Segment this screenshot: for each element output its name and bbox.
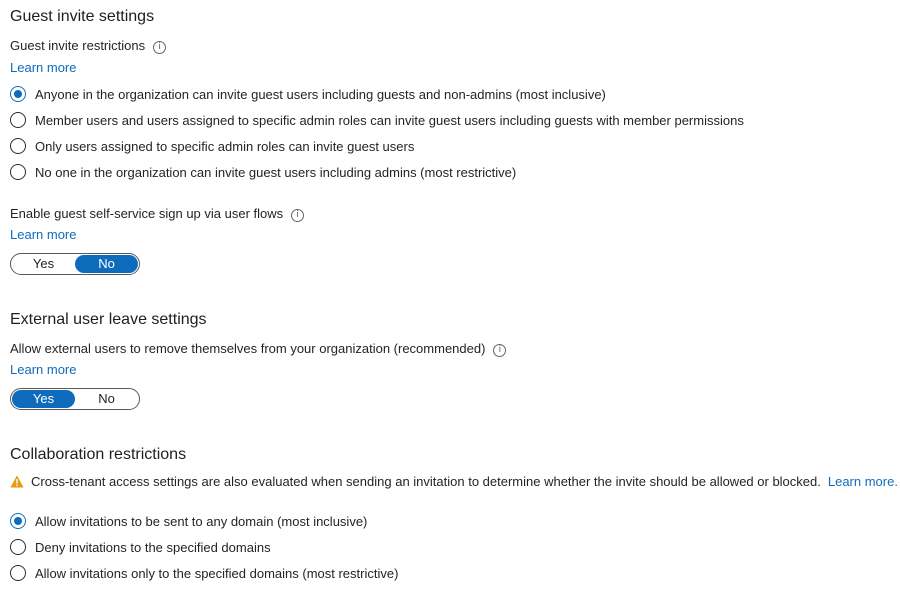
collab-option-any-domain[interactable]: Allow invitations to be sent to any doma… <box>10 513 367 529</box>
warning-learn-more-link[interactable]: Learn more. <box>828 474 898 489</box>
guest-invite-option-admin-roles-only[interactable]: Only users assigned to specific admin ro… <box>10 138 414 154</box>
allow-external-leave-label: Allow external users to remove themselve… <box>10 341 507 357</box>
radio-button[interactable] <box>10 112 26 128</box>
collab-option-allow-specified-only[interactable]: Allow invitations only to the specified … <box>10 565 398 581</box>
guest-invite-learn-more-link[interactable]: Learn more <box>10 60 76 75</box>
guest-invite-restrictions-label: Guest invite restrictions i <box>10 38 167 54</box>
radio-label: No one in the organization can invite gu… <box>35 164 517 180</box>
guest-invite-option-anyone[interactable]: Anyone in the organization can invite gu… <box>10 86 606 102</box>
guest-invite-option-members-and-admins[interactable]: Member users and users assigned to speci… <box>10 112 744 128</box>
radio-button[interactable] <box>10 138 26 154</box>
guest-invite-settings-title: Guest invite settings <box>10 8 155 25</box>
radio-button[interactable] <box>10 539 26 555</box>
radio-label: Allow invitations to be sent to any doma… <box>35 513 368 529</box>
external-leave-learn-more-link[interactable]: Learn more <box>10 362 76 377</box>
self-service-signup-text: Enable guest self-service sign up via us… <box>10 206 284 221</box>
external-user-leave-title: External user leave settings <box>10 311 207 328</box>
info-icon[interactable]: i <box>291 209 305 222</box>
warning-text: Cross-tenant access settings are also ev… <box>31 474 821 489</box>
guest-invite-option-no-one[interactable]: No one in the organization can invite gu… <box>10 164 516 180</box>
toggle-yes[interactable]: Yes <box>12 255 75 273</box>
radio-label: Allow invitations only to the specified … <box>35 565 399 581</box>
cross-tenant-warning: Cross-tenant access settings are also ev… <box>10 474 898 489</box>
toggle-no[interactable]: No <box>75 390 138 408</box>
radio-label: Deny invitations to the specified domain… <box>35 539 271 555</box>
radio-label: Only users assigned to specific admin ro… <box>35 138 415 154</box>
guest-invite-restrictions-text: Guest invite restrictions <box>10 38 146 53</box>
collab-option-deny-specified[interactable]: Deny invitations to the specified domain… <box>10 539 271 555</box>
warning-icon <box>10 475 24 488</box>
self-service-learn-more-link[interactable]: Learn more <box>10 227 76 242</box>
radio-button[interactable] <box>10 565 26 581</box>
allow-external-leave-text: Allow external users to remove themselve… <box>10 341 486 356</box>
self-service-signup-label: Enable guest self-service sign up via us… <box>10 206 305 222</box>
info-icon[interactable]: i <box>493 344 507 357</box>
radio-button[interactable] <box>10 164 26 180</box>
radio-button[interactable] <box>10 513 26 529</box>
radio-label: Anyone in the organization can invite gu… <box>35 86 606 102</box>
radio-label: Member users and users assigned to speci… <box>35 112 744 128</box>
toggle-yes[interactable]: Yes <box>12 390 75 408</box>
radio-button[interactable] <box>10 86 26 102</box>
self-service-signup-toggle[interactable]: Yes No <box>10 253 140 275</box>
collaboration-restrictions-title: Collaboration restrictions <box>10 446 187 463</box>
toggle-no[interactable]: No <box>75 255 138 273</box>
info-icon[interactable]: i <box>153 41 167 54</box>
external-leave-toggle[interactable]: Yes No <box>10 388 140 410</box>
